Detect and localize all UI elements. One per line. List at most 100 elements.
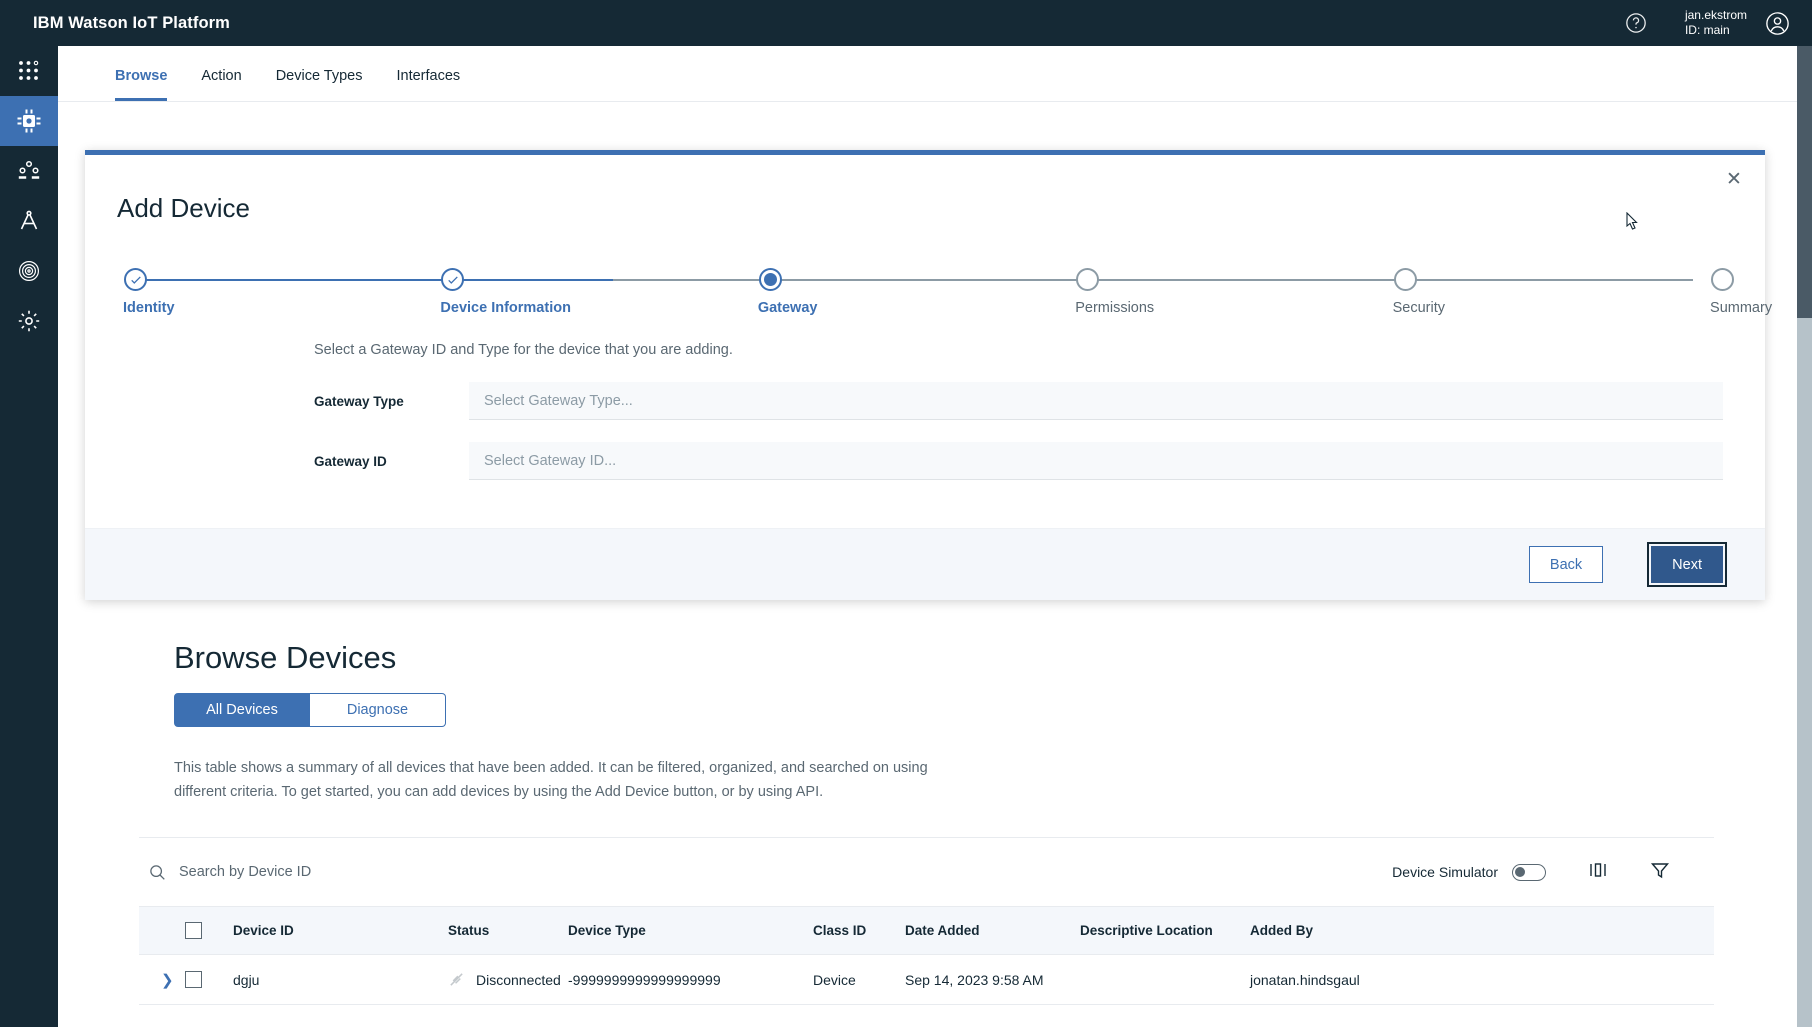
- modal-title: Add Device: [117, 193, 250, 223]
- header-right-group: jan.ekstrom ID: main: [1625, 0, 1812, 46]
- step-dot-todo-icon: [1711, 268, 1735, 291]
- table-header: Device ID Status Device Type Class ID Da…: [139, 906, 1714, 955]
- gateway-type-input[interactable]: [469, 382, 1723, 420]
- step-label: Gateway: [757, 300, 818, 316]
- close-icon[interactable]: ✕: [1724, 170, 1744, 190]
- columns-icon[interactable]: [1588, 860, 1608, 885]
- gateway-form: Select a Gateway ID and Type for the dev…: [314, 326, 1723, 480]
- search-input[interactable]: [179, 864, 479, 880]
- cell-device-type: -9999999999999999999: [568, 954, 813, 1005]
- form-hint: Select a Gateway ID and Type for the dev…: [314, 342, 733, 358]
- add-device-modal-wrapper: ✕ Add Device Identity Device Information…: [85, 150, 1772, 600]
- app-title: IBM Watson IoT Platform: [33, 13, 230, 32]
- left-nav-rail: [0, 46, 58, 1027]
- help-circle-icon[interactable]: [1625, 12, 1647, 34]
- cell-date-added: Sep 14, 2023 9:58 AM: [905, 954, 1080, 1005]
- back-button[interactable]: Back: [1528, 546, 1604, 583]
- view-toggle-group: All Devices Diagnose: [174, 693, 1805, 727]
- tab-device-types[interactable]: Device Types: [276, 68, 363, 101]
- fingerprint-icon: [18, 260, 40, 282]
- tab-all-devices[interactable]: All Devices: [174, 693, 310, 727]
- header-descriptive-location[interactable]: Descriptive Location: [1080, 906, 1250, 955]
- chevron-right-icon[interactable]: ❯: [161, 972, 174, 989]
- sidebar-item-users[interactable]: [0, 146, 58, 196]
- chip-icon: [17, 109, 41, 133]
- status-text: Disconnected: [476, 971, 561, 988]
- search-group: [149, 864, 479, 881]
- step-dot-done-icon: [441, 268, 465, 291]
- browse-devices-section: Browse Devices All Devices Diagnose This…: [58, 640, 1805, 1005]
- row-expand-toggle[interactable]: ❯: [139, 954, 185, 1005]
- devices-table: Device ID Status Device Type Class ID Da…: [139, 906, 1714, 1005]
- next-button[interactable]: Next: [1647, 542, 1727, 587]
- table-header-row: Device ID Status Device Type Class ID Da…: [139, 906, 1714, 955]
- add-device-modal: ✕ Add Device Identity Device Information…: [85, 150, 1772, 600]
- sidebar-item-devices[interactable]: [0, 96, 58, 146]
- gateway-id-label: Gateway ID: [314, 453, 387, 469]
- scrollbar-thumb[interactable]: [1797, 46, 1812, 318]
- header-device-id[interactable]: Device ID: [233, 906, 448, 955]
- header-device-type[interactable]: Device Type: [568, 906, 813, 955]
- tab-interfaces[interactable]: Interfaces: [396, 68, 460, 101]
- sidebar-item-apps[interactable]: [0, 46, 58, 96]
- device-simulator-toggle[interactable]: [1512, 863, 1546, 881]
- user-avatar-icon[interactable]: [1765, 11, 1790, 36]
- gateway-id-input[interactable]: [469, 442, 1723, 480]
- stepper-track-completed: [142, 279, 613, 281]
- sidebar-item-security[interactable]: [0, 246, 58, 296]
- browse-description: This table shows a summary of all device…: [174, 760, 928, 800]
- modal-body: Add Device Identity Device Information G…: [85, 155, 1772, 528]
- user-info: jan.ekstrom ID: main: [1685, 8, 1747, 38]
- header-expand: [139, 906, 185, 955]
- step-dot-done-icon: [124, 268, 147, 291]
- wizard-stepper: Identity Device Information Gateway Perm…: [123, 268, 1772, 326]
- sidebar-item-boards[interactable]: [0, 196, 58, 246]
- header-status[interactable]: Status: [448, 906, 568, 955]
- cell-added-by: jonatan.hindsgaul: [1250, 954, 1714, 1005]
- header-date-added[interactable]: Date Added: [905, 906, 1080, 955]
- search-icon: [149, 864, 166, 881]
- modal-footer: Back Next: [85, 211, 1765, 600]
- filter-icon[interactable]: [1650, 860, 1670, 885]
- step-label: Permissions: [1075, 300, 1155, 316]
- header-class-id[interactable]: Class ID: [813, 906, 905, 955]
- toolbar-actions: Device Simulator: [1392, 860, 1670, 885]
- gateway-id-row: Gateway ID: [314, 442, 1723, 480]
- step-dot-todo-icon: [1076, 268, 1100, 291]
- tab-diagnose[interactable]: Diagnose: [310, 693, 446, 727]
- step-dot-todo-icon: [1393, 268, 1417, 291]
- gear-icon: [18, 310, 40, 332]
- users-icon: [18, 160, 40, 179]
- sidebar-item-settings[interactable]: [0, 296, 58, 346]
- cell-device-id: dgju: [233, 954, 448, 1005]
- gateway-type-label: Gateway Type: [314, 393, 404, 409]
- step-label: Summary: [1710, 300, 1773, 316]
- table-toolbar: Device Simulator: [139, 838, 1714, 906]
- cell-class-id: Device: [813, 954, 905, 1005]
- step-label: Security: [1392, 300, 1446, 316]
- header-added-by[interactable]: Added By: [1250, 906, 1714, 955]
- step-dot-current-icon: [758, 268, 782, 291]
- gateway-type-row: Gateway Type: [314, 382, 1723, 420]
- page-content: ✕ Add Device Identity Device Information…: [58, 102, 1805, 1027]
- cell-descriptive-location: [1080, 954, 1250, 1005]
- top-header: IBM Watson IoT Platform jan.ekstrom ID: …: [0, 0, 1812, 46]
- select-all-checkbox[interactable]: [185, 922, 202, 939]
- table-body: ❯ dgju Disconnected -9999999999999999999…: [139, 954, 1714, 1005]
- tab-action[interactable]: Action: [201, 68, 241, 101]
- section-tabs: Browse Action Device Types Interfaces: [58, 46, 1812, 102]
- row-select[interactable]: [185, 954, 233, 1005]
- scrollbar-track[interactable]: [1797, 318, 1812, 1027]
- tab-browse[interactable]: Browse: [115, 68, 168, 101]
- header-select-all[interactable]: [185, 906, 233, 955]
- user-name: jan.ekstrom: [1684, 8, 1747, 22]
- step-label: Identity: [123, 300, 175, 316]
- page-scrollbar[interactable]: [1797, 46, 1812, 1027]
- compass-drafting-icon: [20, 210, 38, 230]
- device-simulator-label: Device Simulator: [1392, 864, 1498, 880]
- page-title: Browse Devices: [174, 640, 397, 675]
- user-org-id: ID: main: [1684, 23, 1730, 37]
- disconnected-icon: [448, 971, 465, 988]
- table-row[interactable]: ❯ dgju Disconnected -9999999999999999999…: [139, 954, 1714, 1005]
- row-checkbox[interactable]: [185, 971, 202, 988]
